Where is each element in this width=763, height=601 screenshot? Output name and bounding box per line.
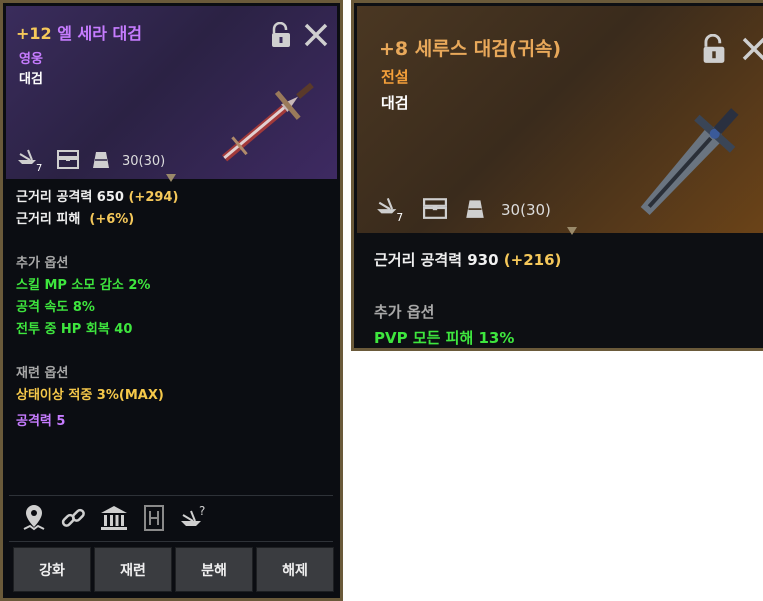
action-buttons: 강화 재련 분해 해제: [13, 547, 334, 592]
forge-icon: 7: [375, 194, 407, 226]
item-action-icons: ?: [21, 503, 209, 537]
durability-icon: [90, 148, 112, 174]
storage-chest-icon: [56, 148, 80, 174]
item-header: +8 세루스 대검(귀속) 전설 대검 7 30(30): [357, 6, 763, 233]
enhance-level: +12: [16, 24, 52, 43]
item-stats: 근거리 공격력 650 (+294) 근거리 피해 (+6%) 추가 옵션 스킬…: [16, 187, 178, 433]
divider: [9, 495, 333, 496]
item-name: 엘 세라 대검: [57, 24, 142, 43]
reroll-button[interactable]: 재련: [94, 547, 172, 592]
item-tooltip-left: +12 엘 세라 대검 영웅 대검 7 30(30) 근거리 공격력 650 (…: [0, 0, 343, 601]
bank-icon[interactable]: [99, 504, 129, 536]
item-grade: 영웅: [19, 52, 43, 67]
divider: [9, 541, 333, 542]
svg-text:7: 7: [36, 163, 42, 172]
stat-line: 근거리 피해 (+6%): [16, 212, 135, 227]
enhance-button[interactable]: 강화: [13, 547, 91, 592]
unlock-icon[interactable]: [269, 21, 293, 52]
stat-line: 근거리 공격력 650 (+294): [16, 190, 179, 205]
extra-options-header: 추가 옵션: [16, 256, 69, 271]
greatsword-icon: [622, 91, 762, 230]
close-icon[interactable]: [303, 22, 329, 52]
item-title: +12 엘 세라 대검: [16, 20, 142, 44]
item-tooltip-right: +8 세루스 대검(귀속) 전설 대검 7 30(30) 근거리 공격력 930…: [351, 0, 763, 351]
extra-option: PVP 모든 피해 13%: [374, 329, 515, 347]
stat-line: 근거리 공격력 930 (+216): [374, 251, 562, 269]
dismantle-button[interactable]: 분해: [175, 547, 253, 592]
extra-option: 스킬 MP 소모 감소 2%: [16, 278, 151, 293]
reroll-options-header: 재련 옵션: [16, 366, 69, 381]
item-stats: 근거리 공격력 930 (+216) 추가 옵션 PVP 모든 피해 13%: [374, 247, 562, 348]
special-option: 공격력 5: [16, 414, 66, 429]
durability-value: 30(30): [501, 201, 551, 219]
item-grade: 전설: [381, 68, 409, 86]
location-pin-icon[interactable]: [21, 503, 47, 537]
greatsword-icon: [209, 66, 329, 180]
forge-icon: 7: [16, 146, 46, 176]
extra-option: 공격 속도 8%: [16, 300, 95, 315]
storage-chest-icon: [421, 196, 449, 224]
item-title: +8 세루스 대검(귀속): [379, 38, 562, 60]
extra-options-header: 추가 옵션: [374, 303, 435, 321]
durability-icon: [463, 196, 487, 224]
unequip-button[interactable]: 해제: [256, 547, 334, 592]
unlock-icon[interactable]: [700, 33, 728, 68]
forge-help-icon[interactable]: ?: [179, 503, 209, 537]
item-header: +12 엘 세라 대검 영웅 대검 7 30(30): [6, 6, 337, 179]
extra-option: 전투 중 HP 회복 40: [16, 322, 133, 337]
link-icon[interactable]: [59, 504, 87, 536]
seal-scroll-icon[interactable]: [141, 503, 167, 537]
svg-text:?: ?: [199, 504, 205, 518]
svg-text:7: 7: [396, 211, 403, 222]
reroll-option: 상태이상 적중 3%(MAX): [16, 388, 164, 403]
item-type: 대검: [19, 72, 43, 87]
durability-value: 30(30): [122, 153, 166, 169]
divider-arrow-icon: [567, 227, 577, 235]
item-status-row: 7 30(30): [375, 194, 551, 226]
divider-arrow-icon: [166, 174, 176, 182]
item-type: 대검: [381, 94, 409, 112]
close-icon[interactable]: [741, 34, 763, 68]
item-status-row: 7 30(30): [16, 146, 165, 176]
